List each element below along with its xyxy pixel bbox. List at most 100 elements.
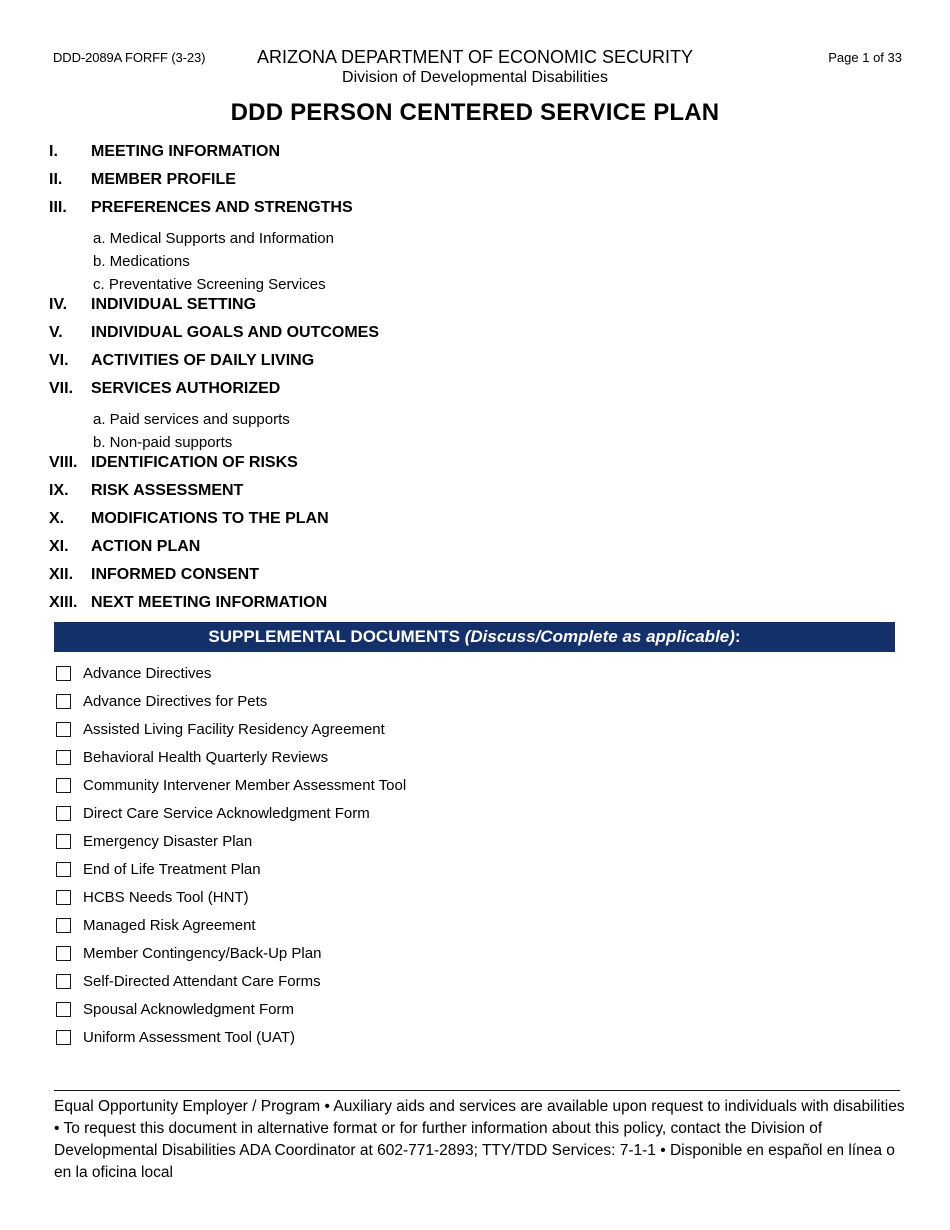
- toc-entry-label: ACTIVITIES OF DAILY LIVING: [91, 352, 315, 369]
- toc-entry-numeral: II.: [49, 171, 63, 188]
- checklist-item[interactable]: Advance Directives for Pets: [0, 687, 950, 715]
- footer-divider: [54, 1090, 900, 1091]
- toc-entry-label: MEMBER PROFILE: [91, 171, 236, 188]
- checklist-item[interactable]: End of Life Treatment Plan: [0, 855, 950, 883]
- toc-entry-numeral: VI.: [49, 352, 69, 369]
- toc-entry[interactable]: I. MEETING INFORMATION: [0, 143, 950, 171]
- toc-entry[interactable]: XI. ACTION PLAN: [0, 538, 950, 566]
- checkbox-icon[interactable]: [56, 1001, 71, 1017]
- checklist-item[interactable]: Self-Directed Attendant Care Forms: [0, 967, 950, 995]
- toc-entry-label: PREFERENCES AND STRENGTHS: [91, 199, 353, 216]
- checklist-item[interactable]: Behavioral Health Quarterly Reviews: [0, 743, 950, 771]
- toc-entry-label: RISK ASSESSMENT: [91, 482, 244, 499]
- checklist-item[interactable]: HCBS Needs Tool (HNT): [0, 883, 950, 911]
- toc-entry-label: INDIVIDUAL GOALS AND OUTCOMES: [91, 324, 380, 341]
- toc-entry-numeral: I.: [49, 143, 58, 160]
- checklist-item-label: Spousal Acknowledgment Form: [83, 1000, 294, 1018]
- checklist-item-label: Community Intervener Member Assessment T…: [83, 776, 407, 794]
- page-title: DDD PERSON CENTERED SERVICE PLAN: [230, 99, 720, 126]
- toc-entry[interactable]: IX. RISK ASSESSMENT: [0, 482, 950, 510]
- checkbox-icon[interactable]: [56, 945, 71, 961]
- checkbox-icon[interactable]: [56, 861, 71, 877]
- toc-entry-numeral: IX.: [49, 482, 69, 499]
- toc-entry-numeral: XII.: [49, 566, 74, 583]
- checklist-item-label: Emergency Disaster Plan: [83, 832, 253, 850]
- toc-entry-label: MODIFICATIONS TO THE PLAN: [91, 510, 329, 527]
- toc-entry-numeral: V.: [49, 324, 63, 341]
- checklist-item[interactable]: Spousal Acknowledgment Form: [0, 995, 950, 1023]
- supplemental-documents-checklist: Advance Directives Advance Directives for…: [0, 659, 950, 1051]
- toc-entry-label: MEETING INFORMATION: [91, 143, 281, 160]
- supplemental-documents-banner: SUPPLEMENTAL DOCUMENTS (Discuss/Complete…: [54, 622, 895, 652]
- checklist-item[interactable]: Direct Care Service Acknowledgment Form: [0, 799, 950, 827]
- checklist-item[interactable]: Assisted Living Facility Residency Agree…: [0, 715, 950, 743]
- document-header: DDD-2089A FORFF (3-23) Page 1 of 33 ARIZ…: [0, 46, 950, 86]
- banner-italic-text: (Discuss/Complete as applicable): [464, 627, 735, 646]
- checkbox-icon[interactable]: [56, 805, 71, 821]
- checkbox-icon[interactable]: [56, 1029, 71, 1045]
- checklist-item-label: Managed Risk Agreement: [83, 916, 256, 934]
- toc-entry-numeral: XI.: [49, 538, 69, 555]
- checkbox-icon[interactable]: [56, 777, 71, 793]
- toc-entry[interactable]: VI. ACTIVITIES OF DAILY LIVING: [0, 352, 950, 380]
- toc-subitem[interactable]: b. Medications: [93, 250, 950, 273]
- checklist-item-label: End of Life Treatment Plan: [83, 860, 261, 878]
- agency-name: ARIZONA DEPARTMENT OF ECONOMIC SECURITY: [256, 47, 694, 67]
- toc-entry-numeral: IV.: [49, 296, 68, 313]
- toc-entry[interactable]: III. PREFERENCES AND STRENGTHS: [0, 199, 950, 227]
- toc-entry-label: INFORMED CONSENT: [91, 566, 259, 583]
- toc-entry-label: IDENTIFICATION OF RISKS: [91, 454, 298, 471]
- toc-subitem[interactable]: b. Non-paid supports: [93, 431, 950, 454]
- toc-entry-label: INDIVIDUAL SETTING: [91, 296, 257, 313]
- checklist-item[interactable]: Member Contingency/Back-Up Plan: [0, 939, 950, 967]
- checklist-item-label: Self-Directed Attendant Care Forms: [83, 972, 321, 990]
- toc-entry-label: ACTION PLAN: [91, 538, 201, 555]
- supplemental-documents-banner-label: SUPPLEMENTAL DOCUMENTS (Discuss/Complete…: [208, 627, 740, 647]
- checklist-item-label: Behavioral Health Quarterly Reviews: [83, 748, 329, 766]
- checklist-item[interactable]: Managed Risk Agreement: [0, 911, 950, 939]
- banner-suffix-text: :: [734, 627, 741, 646]
- toc-entry[interactable]: XIII. NEXT MEETING INFORMATION: [0, 594, 950, 622]
- toc-entry-numeral: VIII.: [49, 454, 78, 471]
- checkbox-icon[interactable]: [56, 917, 71, 933]
- banner-title-text: SUPPLEMENTAL DOCUMENTS: [208, 627, 465, 646]
- checklist-item-label: Member Contingency/Back-Up Plan: [83, 944, 322, 962]
- document-page: DDD-2089A FORFF (3-23) Page 1 of 33 ARIZ…: [0, 0, 950, 1230]
- checklist-item-label: Advance Directives: [83, 664, 212, 682]
- toc-entry[interactable]: XII. INFORMED CONSENT: [0, 566, 950, 594]
- checkbox-icon[interactable]: [56, 889, 71, 905]
- toc-entry-numeral: III.: [49, 199, 67, 216]
- toc-entry-label: NEXT MEETING INFORMATION: [91, 594, 328, 611]
- toc-entry[interactable]: V. INDIVIDUAL GOALS AND OUTCOMES: [0, 324, 950, 352]
- footer-notice: Equal Opportunity Employer / Program • A…: [54, 1098, 905, 1181]
- checkbox-icon[interactable]: [56, 833, 71, 849]
- toc-subitem[interactable]: a. Paid services and supports: [93, 408, 950, 431]
- checklist-item-label: Uniform Assessment Tool (UAT): [83, 1028, 295, 1046]
- checkbox-icon[interactable]: [56, 749, 71, 765]
- toc-entry[interactable]: VIII. IDENTIFICATION OF RISKS: [0, 454, 950, 482]
- checkbox-icon[interactable]: [56, 973, 71, 989]
- checkbox-icon[interactable]: [56, 665, 71, 681]
- checklist-item-label: Assisted Living Facility Residency Agree…: [83, 720, 385, 738]
- toc-entry-numeral: VII.: [49, 380, 74, 397]
- checklist-item[interactable]: Emergency Disaster Plan: [0, 827, 950, 855]
- checkbox-icon[interactable]: [56, 721, 71, 737]
- checkbox-icon[interactable]: [56, 693, 71, 709]
- checklist-item-label: HCBS Needs Tool (HNT): [83, 888, 249, 906]
- checklist-item[interactable]: Uniform Assessment Tool (UAT): [0, 1023, 950, 1051]
- agency-block: ARIZONA DEPARTMENT OF ECONOMIC SECURITY …: [0, 46, 950, 88]
- toc-entry-numeral: XIII.: [49, 594, 78, 611]
- toc-entry[interactable]: IV. INDIVIDUAL SETTING: [0, 296, 950, 324]
- toc-entry-numeral: X.: [49, 510, 65, 527]
- checklist-item[interactable]: Advance Directives: [0, 659, 950, 687]
- toc-entry-label: SERVICES AUTHORIZED: [91, 380, 281, 397]
- table-of-contents: I. MEETING INFORMATION II. MEMBER PROFILE II…: [0, 143, 950, 622]
- toc-entry[interactable]: VII. SERVICES AUTHORIZED: [0, 380, 950, 408]
- checklist-item[interactable]: Community Intervener Member Assessment T…: [0, 771, 950, 799]
- checklist-item-label: Direct Care Service Acknowledgment Form: [83, 804, 370, 822]
- toc-entry[interactable]: X. MODIFICATIONS TO THE PLAN: [0, 510, 950, 538]
- toc-subitem[interactable]: c. Preventative Screening Services: [93, 273, 950, 296]
- toc-subitem[interactable]: a. Medical Supports and Information: [93, 227, 950, 250]
- division-name: Division of Developmental Disabilities: [342, 69, 608, 86]
- toc-entry[interactable]: II. MEMBER PROFILE: [0, 171, 950, 199]
